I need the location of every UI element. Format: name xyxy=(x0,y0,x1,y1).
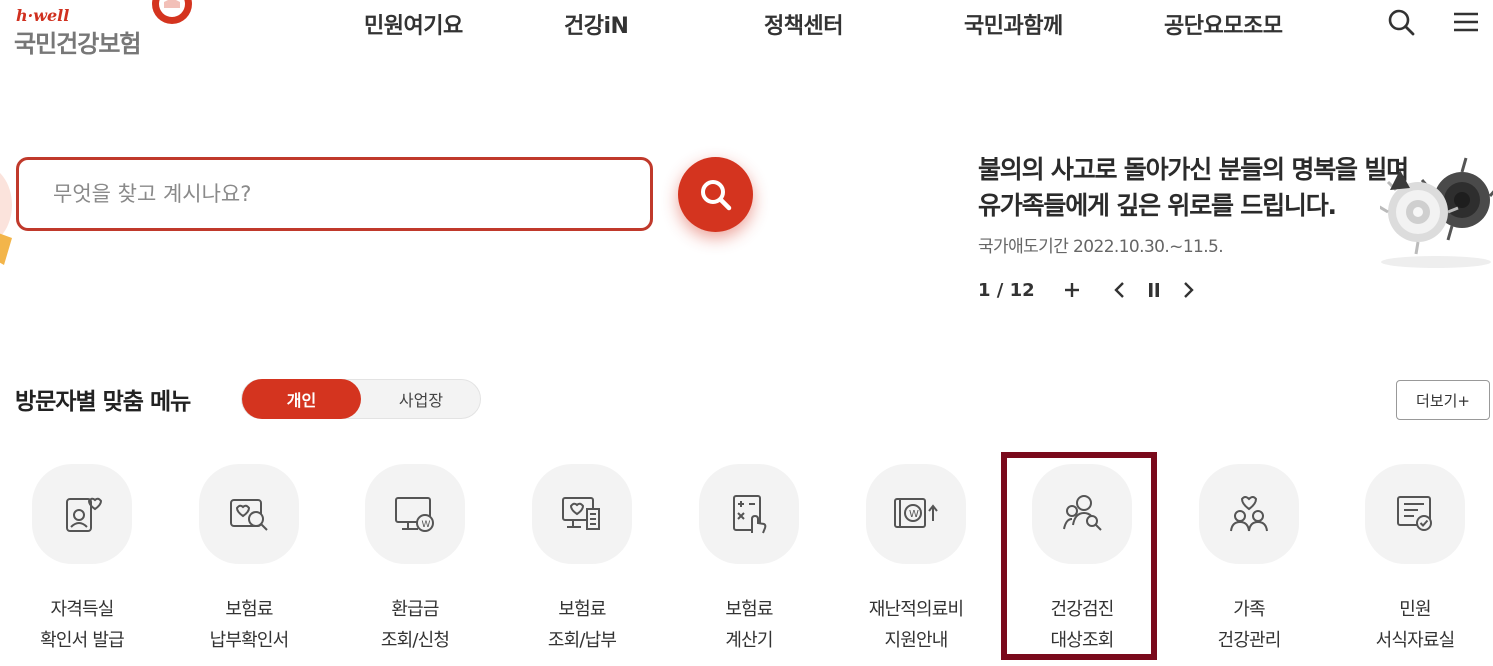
calculator-icon xyxy=(733,495,767,534)
nav-civil-service[interactable]: 민원여기요 xyxy=(364,8,463,40)
more-button[interactable]: 더보기+ xyxy=(1396,380,1490,420)
menu-label-line2: 납부확인서 xyxy=(209,630,290,651)
monitor-receipt-icon xyxy=(562,497,600,530)
search-icon xyxy=(700,179,731,210)
menu-label-line1: 보험료 xyxy=(725,599,773,620)
pause-icon xyxy=(1148,283,1159,297)
menu-item-calculator[interactable]: 보험료 계산기 xyxy=(669,464,829,664)
tab-business[interactable]: 사업장 xyxy=(362,380,480,418)
menu-label: 가족 건강관리 xyxy=(1169,594,1329,656)
search-heart-icon xyxy=(230,499,268,531)
nav-about-corp[interactable]: 공단요모조모 xyxy=(1164,8,1283,40)
search-button[interactable] xyxy=(678,157,753,232)
pager-more-button[interactable] xyxy=(1059,277,1085,303)
menu-label-line1: 건강검진 xyxy=(1050,599,1114,620)
svg-text:W: W xyxy=(909,509,919,520)
nav-health-in[interactable]: 건강iN xyxy=(564,8,629,40)
main-navigation: 민원여기요 건강iN 정책센터 국민과함께 공단요모조모 xyxy=(0,8,1493,42)
plus-icon xyxy=(1064,283,1079,297)
menu-label-line2: 지원안내 xyxy=(884,630,948,651)
menu-icon-tile xyxy=(1365,464,1465,564)
menu-label: 환급금 조회/신청 xyxy=(335,594,495,656)
menu-label-line2: 확인서 발급 xyxy=(40,630,125,651)
menu-item-forms-library[interactable]: 민원 서식자료실 xyxy=(1335,464,1493,664)
notice-line-2: 유가족들에게 깊은 위로를 드립니다. xyxy=(978,191,1337,220)
menu-label-line1: 환급금 xyxy=(391,599,439,620)
chevron-right-icon xyxy=(1183,282,1194,298)
won-support-icon: W xyxy=(894,498,938,528)
menu-label: 민원 서식자료실 xyxy=(1335,594,1493,656)
notice-subtitle: 국가애도기간 2022.10.30.~11.5. xyxy=(978,237,1224,257)
menu-label-line2: 조회/신청 xyxy=(380,630,450,651)
menu-item-qualification[interactable]: 자격득실 확인서 발급 xyxy=(2,464,162,664)
pager-prev-button[interactable] xyxy=(1107,277,1133,303)
search-field[interactable] xyxy=(16,157,653,231)
menu-label-line2: 조회/납부 xyxy=(547,630,617,651)
menu-label-line2: 서식자료실 xyxy=(1375,630,1456,651)
notice-pager: 1 / 12 xyxy=(978,276,1209,304)
notice-title[interactable]: 불의의 사고로 돌아가신 분들의 명복을 빌며 유가족들에게 깊은 위로를 드립… xyxy=(978,152,1409,224)
menu-icon[interactable] xyxy=(1451,8,1481,38)
menu-label: 건강검진 대상조회 xyxy=(1002,594,1162,656)
menu-label: 보험료 조회/납부 xyxy=(502,594,662,656)
menu-label-line1: 민원 xyxy=(1399,599,1431,620)
chrysanthemum-image xyxy=(1380,157,1493,268)
id-card-heart-icon xyxy=(66,497,103,532)
family-heart-icon xyxy=(1230,496,1268,532)
menu-label-line1: 보험료 xyxy=(558,599,606,620)
menu-label-line1: 보험료 xyxy=(225,599,273,620)
menu-label: 보험료 납부확인서 xyxy=(169,594,329,656)
menu-item-payment-certificate[interactable]: 보험료 납부확인서 xyxy=(169,464,329,664)
menu-label: 자격득실 확인서 발급 xyxy=(2,594,162,656)
decoration-shape-icon xyxy=(0,173,12,265)
menu-item-catastrophic-medical[interactable]: W 재난적의료비 지원안내 xyxy=(836,464,996,664)
document-check-icon xyxy=(1397,496,1432,531)
nav-with-citizens[interactable]: 국민과함께 xyxy=(964,8,1063,40)
menu-icon-tile xyxy=(32,464,132,564)
menu-icon-tile xyxy=(1199,464,1299,564)
monitor-won-icon: W xyxy=(395,497,434,532)
menu-label-line1: 가족 xyxy=(1233,599,1265,620)
menu-icon-tile xyxy=(1032,464,1132,564)
pager-pause-button[interactable] xyxy=(1141,277,1167,303)
tab-personal[interactable]: 개인 xyxy=(242,379,361,419)
menu-label-line2: 건강관리 xyxy=(1217,630,1281,651)
search-icon[interactable] xyxy=(1386,8,1416,38)
chevron-left-icon xyxy=(1113,282,1124,298)
menu-item-health-checkup[interactable]: 건강검진 대상조회 xyxy=(1002,464,1162,664)
menu-label-line1: 자격득실 xyxy=(50,599,114,620)
menu-icon-tile xyxy=(532,464,632,564)
section-title: 방문자별 맞춤 메뉴 xyxy=(15,389,191,415)
menu-label: 보험료 계산기 xyxy=(669,594,829,656)
notice-line-1: 불의의 사고로 돌아가신 분들의 명복을 빌며 xyxy=(978,155,1409,184)
pager-count: 1 / 12 xyxy=(978,279,1035,301)
pager-next-button[interactable] xyxy=(1175,277,1201,303)
menu-label-line2: 대상조회 xyxy=(1050,630,1114,651)
menu-icon-tile xyxy=(199,464,299,564)
menu-label-line2: 계산기 xyxy=(725,630,773,651)
people-search-icon xyxy=(1063,495,1102,531)
nav-policy-center[interactable]: 정책센터 xyxy=(764,8,843,40)
svg-text:W: W xyxy=(422,520,431,530)
menu-item-premium-payment[interactable]: 보험료 조회/납부 xyxy=(502,464,662,664)
menu-icon-tile: W xyxy=(365,464,465,564)
menu-icon-tile: W xyxy=(866,464,966,564)
menu-item-family-health[interactable]: 가족 건강관리 xyxy=(1169,464,1329,664)
menu-label: 재난적의료비 지원안내 xyxy=(836,594,996,656)
visitor-type-toggle: 개인 사업장 xyxy=(241,379,481,419)
menu-icon-tile xyxy=(699,464,799,564)
search-input[interactable] xyxy=(19,160,650,228)
menu-label-line1: 재난적의료비 xyxy=(868,599,964,620)
menu-item-refund[interactable]: W 환급금 조회/신청 xyxy=(335,464,495,664)
